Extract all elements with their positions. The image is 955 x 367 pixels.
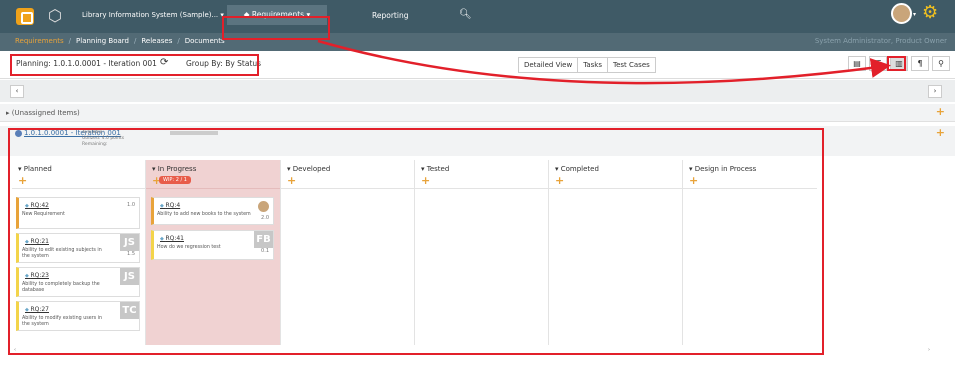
annotation-arrow xyxy=(317,39,891,85)
